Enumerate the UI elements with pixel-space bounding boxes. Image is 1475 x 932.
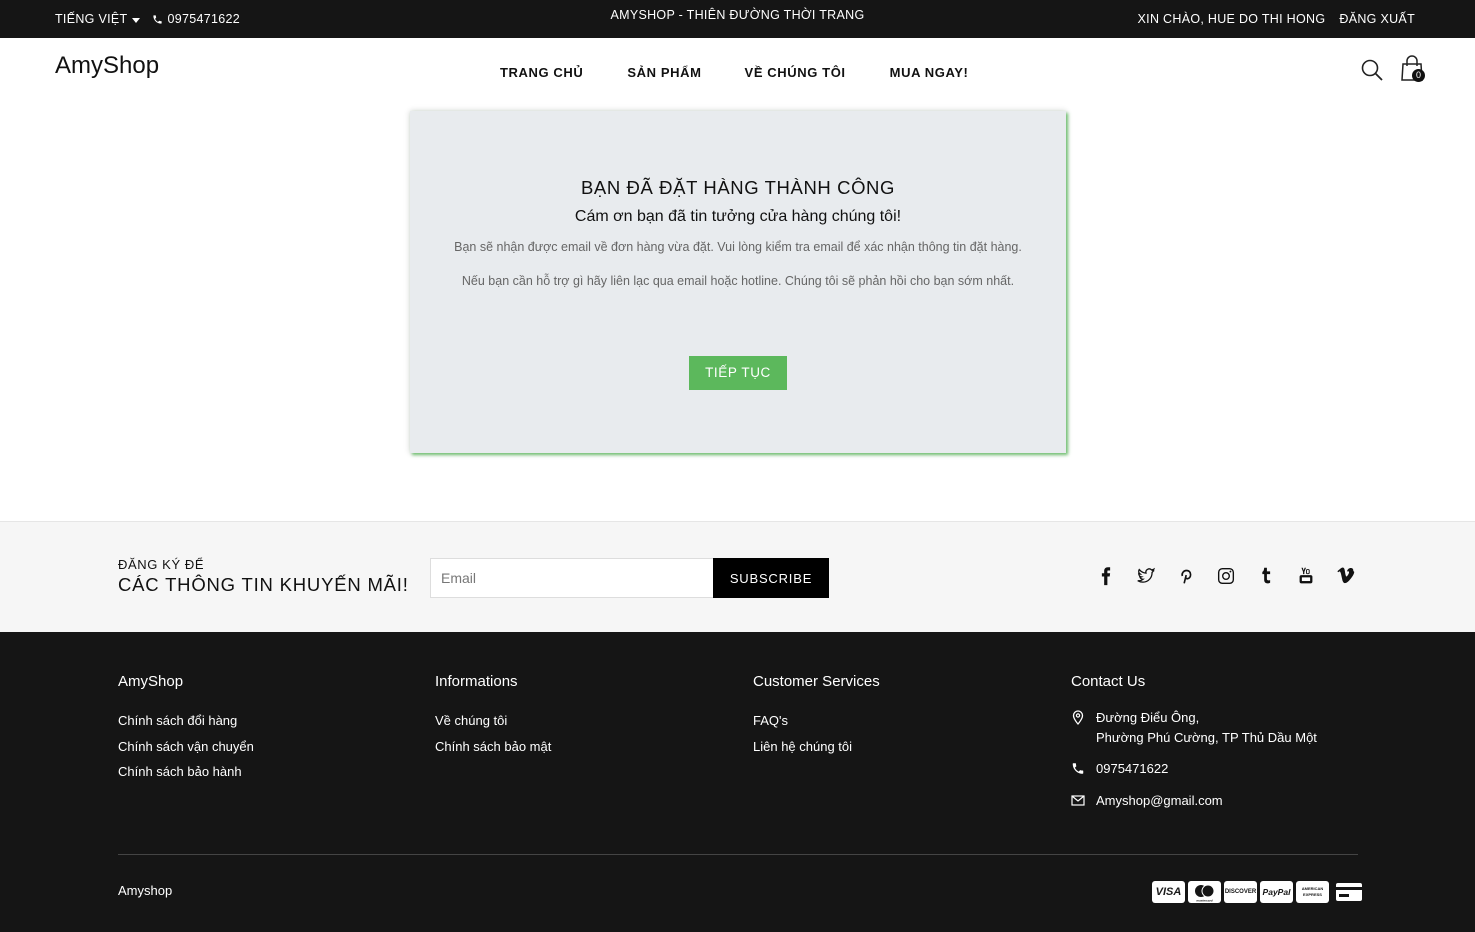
- newsletter-title: CÁC THÔNG TIN KHUYẾN MÃI!: [118, 574, 409, 595]
- footer-link-exchange-policy[interactable]: Chính sách đổi hàng: [118, 708, 254, 734]
- instagram-icon[interactable]: [1213, 565, 1238, 587]
- footer-divider: [118, 854, 1358, 855]
- payment-methods: VISA mastercard DISCOVER PayPal AMERICAN…: [1152, 881, 1365, 903]
- success-message-email: Bạn sẽ nhận được email về đơn hàng vừa đ…: [454, 240, 1022, 254]
- tumblr-icon[interactable]: [1253, 565, 1278, 587]
- phone-icon: [1072, 763, 1084, 774]
- nav-buy-now[interactable]: MUA NGAY!: [890, 65, 969, 80]
- map-pin-icon: [1072, 710, 1084, 725]
- success-title: BẠN ĐÃ ĐẶT HÀNG THÀNH CÔNG: [580, 177, 896, 198]
- svg-text:mastercard: mastercard: [1196, 899, 1212, 903]
- footer-link-faq[interactable]: FAQ's: [753, 708, 880, 734]
- top-bar: TIẾNG VIỆT 0975471622 AMYSHOP - THIÊN ĐƯ…: [0, 0, 1475, 38]
- footer-col-contact: Contact Us Đường Điểu Ông, Phường Phú Cư…: [1071, 673, 1317, 810]
- footer-link-about-us[interactable]: Về chúng tôi: [435, 708, 551, 734]
- contact-address: Đường Điểu Ông, Phường Phú Cường, TP Thủ…: [1071, 708, 1317, 747]
- contact-phone: 0975471622: [1071, 759, 1317, 779]
- contact-email-address[interactable]: Amyshop@gmail.com: [1096, 791, 1317, 811]
- contact-address-line2: Phường Phú Cường, TP Thủ Dầu Một: [1096, 729, 1317, 745]
- footer-col-title: Customer Services: [753, 673, 880, 690]
- site-logo[interactable]: AmyShop: [55, 52, 159, 80]
- newsletter-section: ĐĂNG KÝ ĐỂ CÁC THÔNG TIN KHUYẾN MÃI! SUB…: [0, 521, 1475, 632]
- twitter-icon[interactable]: [1133, 565, 1158, 587]
- footer-col-title: Informations: [435, 673, 518, 690]
- footer-link-shipping-policy[interactable]: Chính sách vận chuyển: [118, 734, 254, 760]
- greeting-link[interactable]: XIN CHÀO, HUE DO THI HONG: [1138, 12, 1326, 26]
- youtube-icon[interactable]: [1293, 565, 1318, 587]
- newsletter-subtitle: ĐĂNG KÝ ĐỂ: [118, 557, 205, 572]
- mastercard-icon: mastercard: [1188, 881, 1221, 903]
- success-thanks: Cám ơn bạn đã tin tưởng cửa hàng chúng t…: [574, 208, 902, 225]
- subscribe-button[interactable]: SUBSCRIBE: [713, 558, 829, 598]
- newsletter-email-input[interactable]: [430, 558, 714, 598]
- credit-card-icon: [1332, 881, 1365, 903]
- continue-button[interactable]: TIẾP TỤC: [689, 356, 787, 390]
- footer-col-title: Contact Us: [1071, 673, 1146, 690]
- footer-link-contact-us[interactable]: Liên hệ chúng tôi: [753, 734, 880, 760]
- footer-copyright: Amyshop: [118, 883, 173, 898]
- nav-about[interactable]: VỀ CHÚNG TÔI: [745, 65, 846, 80]
- contact-email: Amyshop@gmail.com: [1071, 791, 1317, 811]
- contact-phone-number: 0975471622: [1096, 761, 1169, 776]
- footer-col-shop: AmyShop Chính sách đổi hàng Chính sách v…: [118, 673, 254, 785]
- top-bar-right: XIN CHÀO, HUE DO THI HONG ĐĂNG XUẤT: [1138, 12, 1415, 26]
- nav-home[interactable]: TRANG CHỦ: [500, 65, 583, 80]
- search-icon[interactable]: [1360, 58, 1384, 82]
- footer-col-informations: Informations Về chúng tôi Chính sách bảo…: [435, 673, 551, 759]
- discover-icon: DISCOVER: [1224, 881, 1257, 903]
- cart-count-badge: 0: [1412, 69, 1425, 82]
- contact-address-line1: Đường Điểu Ông,: [1096, 710, 1200, 725]
- envelope-icon: [1071, 794, 1085, 806]
- social-links: [1093, 565, 1358, 587]
- footer-col-title: AmyShop: [118, 673, 184, 690]
- site-header: AmyShop TRANG CHỦ SẢN PHẨM VỀ CHÚNG TÔI …: [0, 38, 1475, 108]
- logout-link[interactable]: ĐĂNG XUẤT: [1339, 12, 1415, 26]
- site-footer: AmyShop Chính sách đổi hàng Chính sách v…: [0, 632, 1475, 932]
- vimeo-icon[interactable]: [1333, 565, 1358, 587]
- pinterest-icon[interactable]: [1173, 565, 1198, 587]
- visa-icon: VISA: [1152, 881, 1185, 903]
- amex-icon: AMERICAN EXPRESS: [1296, 881, 1329, 903]
- footer-col-customer-services: Customer Services FAQ's Liên hệ chúng tô…: [753, 673, 880, 759]
- footer-link-privacy-policy[interactable]: Chính sách bảo mật: [435, 734, 551, 760]
- main-nav: TRANG CHỦ SẢN PHẨM VỀ CHÚNG TÔI MUA NGAY…: [500, 65, 969, 80]
- nav-products[interactable]: SẢN PHẨM: [627, 65, 701, 80]
- success-message-support: Nếu bạn cần hỗ trợ gì hãy liên lạc qua e…: [461, 274, 1015, 288]
- paypal-icon: PayPal: [1260, 881, 1293, 903]
- facebook-icon[interactable]: [1093, 565, 1118, 587]
- order-success-card: BẠN ĐÃ ĐẶT HÀNG THÀNH CÔNG Cám ơn bạn đã…: [410, 111, 1066, 453]
- footer-link-warranty-policy[interactable]: Chính sách bảo hành: [118, 759, 254, 785]
